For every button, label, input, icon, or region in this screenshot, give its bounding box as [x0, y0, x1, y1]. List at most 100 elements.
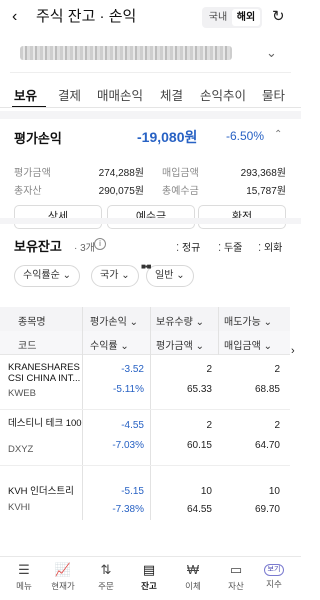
tab-bar: 보유 결제 매매손익 체결 손익추이 물타	[0, 80, 301, 108]
tab-settlement[interactable]: 결제	[58, 85, 81, 104]
return-rate: -7.38%	[112, 504, 144, 515]
header-code: 코드	[18, 341, 37, 352]
stock-name: 데스티니 테크 100	[8, 418, 82, 429]
nav-index[interactable]: 보기 지수	[256, 557, 292, 600]
return-rate: -5.11%	[113, 384, 144, 395]
tab-pnl-trend[interactable]: 손익추이	[200, 85, 246, 104]
header-sellable-label: 매도가능	[224, 317, 261, 328]
filter-return-order-label: 수익률순	[23, 270, 60, 281]
eval-pnl-title: 평가손익	[14, 131, 62, 146]
nav-label: 이체	[185, 581, 201, 591]
sort-foreign-currency[interactable]: ⁚ 외화	[258, 239, 282, 254]
purchase-amount: 68.85	[254, 384, 280, 395]
info-icon[interactable]: i	[94, 238, 106, 250]
section-divider	[0, 111, 301, 119]
eval-pnl-percent: -6.50%	[226, 129, 265, 143]
header-eval-amount[interactable]: 평가금액 ⌄	[156, 337, 204, 352]
page-title: 주식 잔고 · 손익	[36, 8, 137, 25]
chevron-down-icon: ⌄	[176, 270, 185, 281]
nav-assets[interactable]: ▭ 자산	[218, 557, 254, 600]
value-total-deposit: 15,787원	[246, 186, 286, 197]
tab-holdings[interactable]: 보유	[14, 85, 37, 104]
bottom-nav: ☰ 메뉴 📈 현재가 ⇅ 주문 ▤ 잔고 ₩ 이체 ▭ 자산 보기 지수	[0, 556, 301, 600]
stock-code: DXYZ	[8, 444, 34, 455]
filter-country-label: 국가	[100, 270, 119, 281]
header-quantity-label: 보유수량	[156, 317, 193, 328]
header-quantity[interactable]: 보유수량 ⌄	[156, 313, 204, 328]
account-selector[interactable]: ⌄	[10, 37, 291, 73]
filter-country[interactable]: 국가 ⌄	[91, 265, 139, 287]
sort-two-line-label: 두줄	[223, 243, 243, 254]
holdings-title: 보유잔고	[14, 239, 62, 254]
header-eval-amount-label: 평가금액	[156, 341, 193, 352]
header-eval-pnl[interactable]: 평가손익 ⌄	[90, 313, 138, 328]
header-purchase-amount[interactable]: 매입금액 ⌄	[224, 337, 272, 352]
menu-icon: ☰	[18, 562, 30, 577]
sort-regular[interactable]: ⁚ 정규	[176, 239, 200, 254]
stock-code: KVHI	[8, 502, 31, 513]
header-purchase-amount-label: 매입금액	[224, 341, 261, 352]
eval-pnl: -4.55	[121, 420, 144, 431]
nav-transfer[interactable]: ₩ 이체	[175, 557, 211, 600]
order-arrows-icon: ⇅	[100, 562, 112, 577]
eval-amount: 65.33	[186, 384, 212, 395]
value-total-assets: 290,075원	[98, 186, 144, 197]
sort-regular-label: 정규	[181, 243, 201, 254]
segment-overseas[interactable]: 해외	[232, 9, 260, 26]
eval-pnl: -3.52	[121, 364, 144, 375]
section-divider	[0, 218, 301, 224]
back-arrow-icon[interactable]: ‹	[12, 8, 17, 26]
return-rate: -7.03%	[112, 440, 144, 451]
nav-label: 현재가	[51, 581, 75, 591]
header-sellable[interactable]: 매도가능 ⌄	[224, 313, 272, 328]
chevron-down-icon: ⌄	[121, 270, 130, 281]
quantity: 2	[206, 420, 212, 431]
scroll-right-icon[interactable]: ›	[291, 345, 295, 357]
chevron-down-icon: ⌄	[266, 45, 277, 60]
chevron-down-icon: ⌄	[62, 270, 71, 281]
value-purchase-amount: 293,368원	[240, 168, 286, 179]
quantity: 10	[200, 486, 212, 497]
table-row[interactable]: 데스티니 테크 100 DXYZ -4.55 -7.03% 2 60.15 2 …	[0, 412, 290, 466]
table-header-top: 종목명 평가손익 ⌄ 보유수량 ⌄ 매도가능 ⌄	[0, 307, 290, 331]
tab-executions[interactable]: 체결	[160, 85, 183, 104]
nav-label: 자산	[228, 581, 244, 591]
value-eval-amount: 274,288원	[98, 168, 144, 179]
eval-amount: 60.15	[186, 440, 212, 451]
label-eval-amount: 평가금액	[14, 168, 51, 179]
label-total-deposit: 총예수금	[162, 186, 199, 197]
sort-foreign-label: 외화	[263, 243, 283, 254]
holdings-count: · 3개	[74, 243, 95, 254]
nav-menu[interactable]: ☰ 메뉴	[6, 557, 42, 600]
stock-name: KRANESHARES CSI CHINA INT...	[8, 362, 81, 384]
eval-pnl: -5.15	[121, 486, 144, 497]
overlay-badge-icon: ■▪■	[141, 262, 151, 271]
table-row[interactable]: KVH 인더스트리 KVHI -5.15 -7.38% 10 64.55 10 …	[0, 468, 290, 522]
header-return-rate-label: 수익률	[90, 341, 118, 352]
sort-two-line[interactable]: ⁚ 두줄	[218, 239, 242, 254]
nav-balance[interactable]: ▤ 잔고	[131, 557, 167, 600]
nav-label: 지수	[266, 579, 282, 589]
nav-label: 주문	[98, 581, 114, 591]
exchange-button[interactable]: 환전	[198, 205, 286, 229]
nav-label: 잔고	[141, 581, 157, 591]
header-eval-pnl-label: 평가손익	[90, 317, 127, 328]
table-row[interactable]: KRANESHARES CSI CHINA INT... KWEB -3.52 …	[0, 356, 290, 410]
quantity: 2	[206, 364, 212, 375]
eval-amount: 64.55	[186, 504, 212, 515]
header-return-rate[interactable]: 수익률 ⌄	[90, 337, 129, 352]
segment-domestic[interactable]: 국내	[204, 9, 232, 26]
nav-current-price[interactable]: 📈 현재가	[45, 557, 81, 600]
chevron-up-icon[interactable]: ⌃	[274, 129, 282, 140]
tab-trade-pnl[interactable]: 매매손익	[97, 85, 143, 104]
filter-general[interactable]: 일반 ⌄	[146, 265, 194, 287]
nav-order[interactable]: ⇅ 주문	[88, 557, 124, 600]
refresh-icon[interactable]: ↻	[272, 8, 285, 26]
balance-icon: ▤	[142, 562, 156, 577]
deposit-button[interactable]: 예수금	[107, 205, 195, 229]
won-transfer-icon: ₩	[186, 562, 200, 577]
filter-return-order[interactable]: 수익률순 ⌄	[14, 265, 80, 287]
tab-averaging[interactable]: 물타	[262, 85, 285, 104]
top-bar: ‹ 주식 잔고 · 손익 국내 해외 ↻	[0, 0, 301, 36]
detail-button[interactable]: 상세	[14, 205, 102, 229]
